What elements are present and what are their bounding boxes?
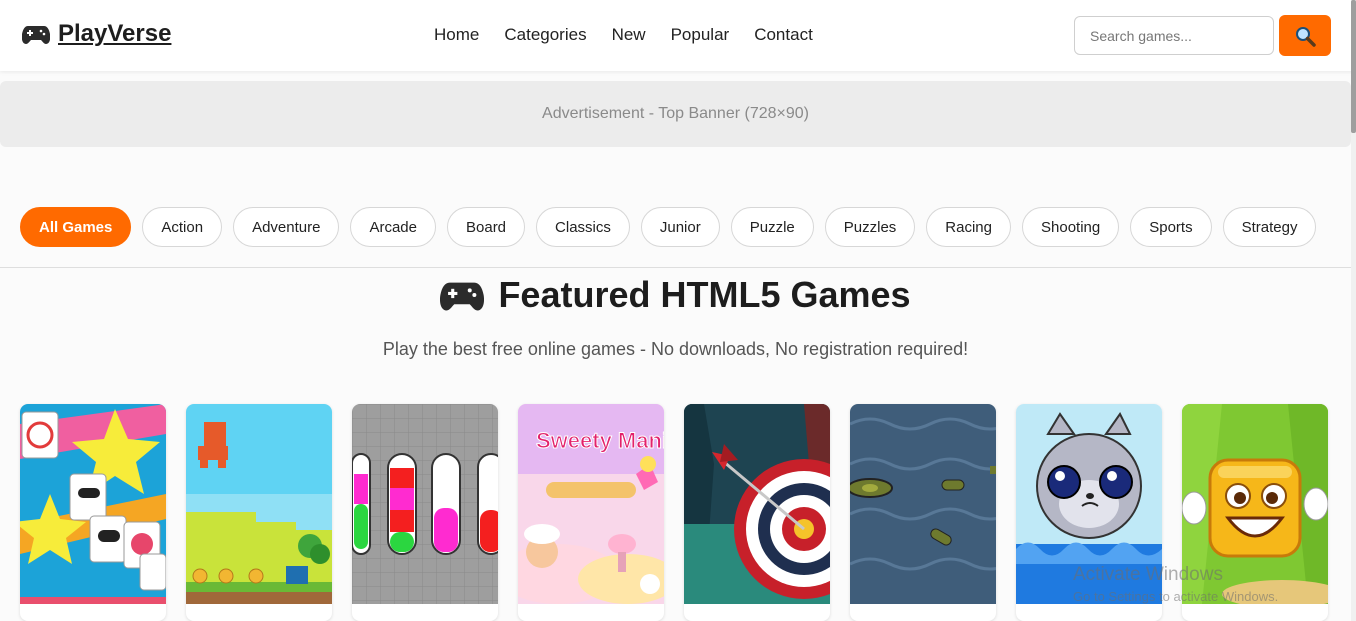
gamepad-icon (22, 26, 50, 44)
category-classics[interactable]: Classics (536, 207, 630, 247)
watermark-subtitle: Go to Settings to activate Windows. (1073, 589, 1279, 604)
page-scrollbar[interactable] (1351, 0, 1356, 621)
category-junior[interactable]: Junior (640, 207, 720, 247)
submarine-sea-thumbnail (850, 404, 996, 604)
category-shooting[interactable]: Shooting (1022, 207, 1120, 247)
sweety-mania-thumbnail: Sweety Mania (518, 404, 664, 604)
game-card[interactable] (186, 404, 332, 621)
site-logo[interactable]: PlayVerse (22, 20, 171, 48)
game-card[interactable]: Sweety Mania (518, 404, 664, 621)
pixel-platformer-thumbnail (186, 404, 332, 604)
sweety-mania-logo: Sweety Mania (536, 428, 664, 453)
watermark-title: Activate Windows (1073, 564, 1223, 585)
search-button[interactable] (1279, 15, 1331, 56)
nav-contact[interactable]: Contact (754, 25, 813, 45)
scrollbar-thumb[interactable] (1351, 0, 1356, 133)
section-divider (0, 267, 1351, 268)
featured-title: Featured HTML5 Games (0, 274, 1351, 316)
category-all-games[interactable]: All Games (20, 207, 132, 247)
mahjong-candy-thumbnail (20, 404, 166, 604)
category-filter-bar: All Games Action Adventure Arcade Board … (20, 207, 1317, 247)
category-board[interactable]: Board (447, 207, 526, 247)
ad-label: Advertisement - Top Banner (728×90) (542, 105, 809, 122)
game-card[interactable] (684, 404, 830, 621)
category-arcade[interactable]: Arcade (350, 207, 436, 247)
category-adventure[interactable]: Adventure (233, 207, 340, 247)
featured-subtitle: Play the best free online games - No dow… (382, 339, 969, 359)
nav-popular[interactable]: Popular (671, 25, 730, 45)
site-header: PlayVerse Home Categories New Popular Co… (0, 0, 1356, 71)
nav-new[interactable]: New (612, 25, 646, 45)
water-sort-thumbnail (352, 404, 498, 604)
search-icon (1296, 26, 1316, 47)
category-puzzle[interactable]: Puzzle (730, 207, 814, 247)
category-racing[interactable]: Racing (926, 207, 1011, 247)
category-puzzles[interactable]: Puzzles (824, 207, 916, 247)
top-ad-banner[interactable]: Advertisement - Top Banner (728×90) (0, 81, 1351, 147)
featured-title-text: Featured HTML5 Games (498, 274, 911, 315)
gamepad-icon (440, 282, 485, 311)
search-input[interactable] (1074, 16, 1274, 55)
category-action[interactable]: Action (142, 207, 223, 247)
logo-text: PlayVerse (58, 20, 172, 47)
main-nav: Home Categories New Popular Contact (434, 25, 813, 45)
nav-categories[interactable]: Categories (504, 25, 586, 45)
game-card[interactable] (850, 404, 996, 621)
category-strategy[interactable]: Strategy (1222, 207, 1317, 247)
archery-target-thumbnail (684, 404, 830, 604)
nav-home[interactable]: Home (434, 25, 479, 45)
game-card[interactable] (20, 404, 166, 621)
category-sports[interactable]: Sports (1130, 207, 1212, 247)
game-card[interactable] (352, 404, 498, 621)
windows-activation-watermark: Activate Windows Go to Settings to activ… (1073, 564, 1278, 604)
